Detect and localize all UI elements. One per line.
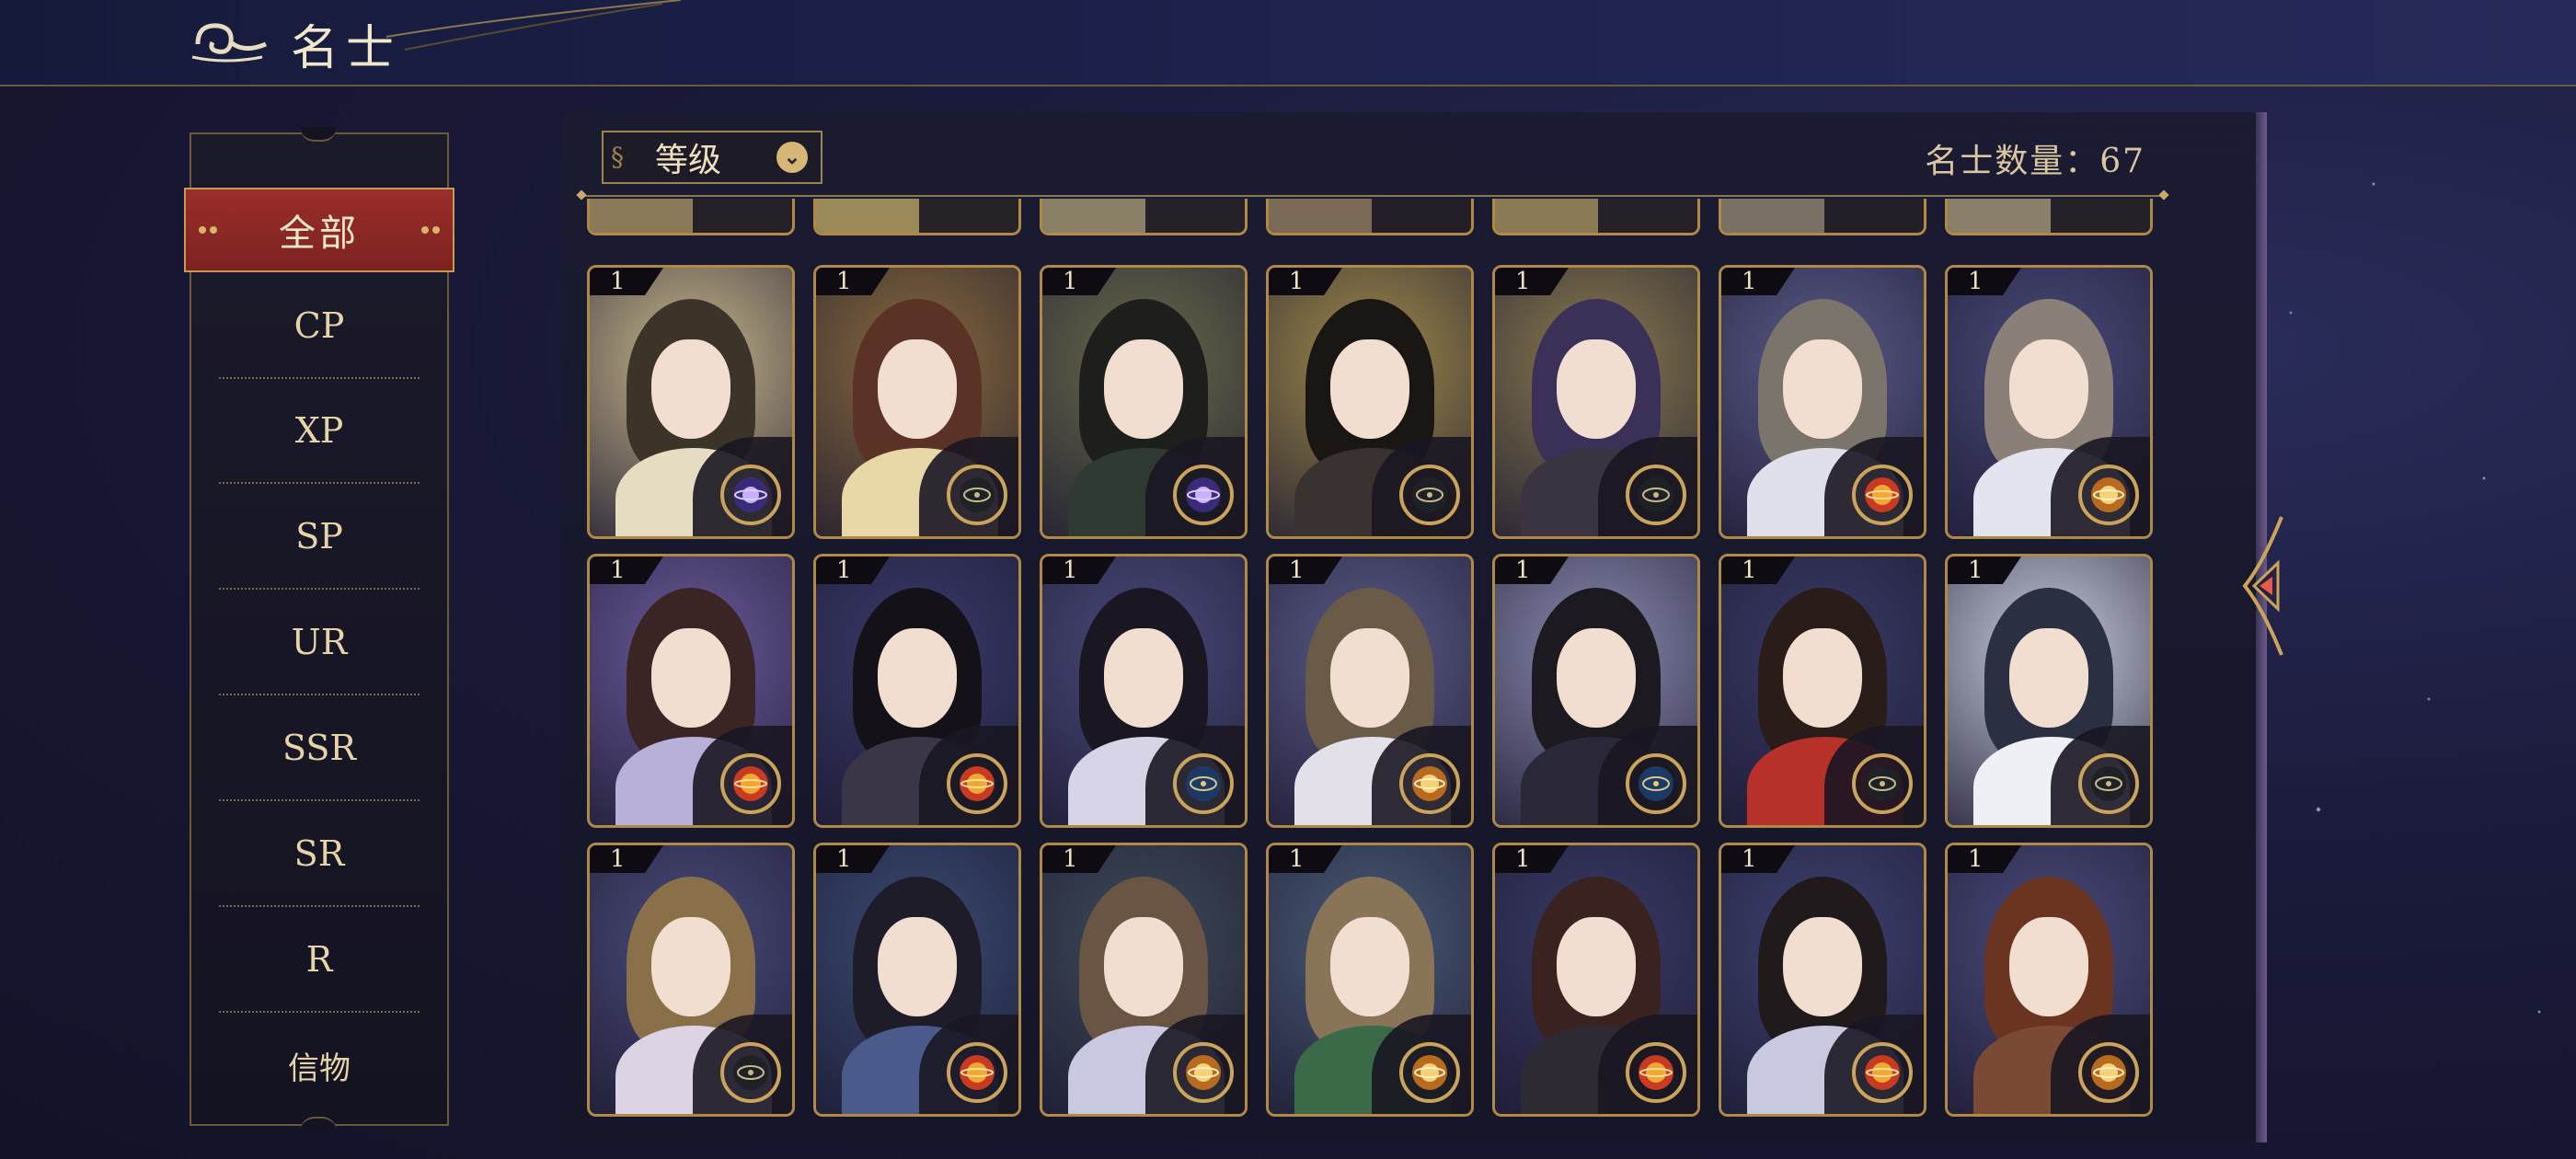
character-card[interactable]: 1 [587, 265, 795, 539]
category-token-tab[interactable]: 信物 [219, 1014, 420, 1117]
sun-orb-icon [947, 753, 1007, 814]
dark-gear-icon [947, 465, 1007, 525]
character-count: 名士数量：67 [1925, 143, 2145, 180]
character-card-partial[interactable] [1040, 199, 1248, 235]
sun-orb-icon [1852, 1042, 1913, 1103]
character-card[interactable]: 1 [1945, 843, 2153, 1117]
character-card[interactable]: 1 [587, 843, 795, 1117]
purple-orb-icon [1173, 465, 1234, 525]
sun-orb-icon [1626, 1042, 1686, 1103]
dark-gear-icon [1852, 753, 1913, 814]
category-all-label: 全部 [279, 212, 360, 255]
character-card[interactable]: 1 [1945, 554, 2153, 828]
character-card-partial[interactable] [1266, 199, 1474, 235]
character-card-partial[interactable] [587, 199, 795, 235]
blue-gear-icon [1626, 753, 1686, 814]
character-card[interactable]: 1 [1492, 554, 1700, 828]
sun-orb-icon [947, 1042, 1007, 1103]
page-title: 名士 [291, 21, 402, 76]
character-card[interactable]: 1 [1719, 265, 1926, 539]
character-card[interactable]: 1 [813, 843, 1021, 1117]
category-ur-tab[interactable]: UR [219, 591, 420, 695]
gold-orb-icon [2078, 1042, 2139, 1103]
character-grid: 111111111111111111111 [581, 199, 2164, 1146]
character-card[interactable]: 1 [1492, 265, 1700, 539]
category-ssr-tab[interactable]: SSR [219, 696, 420, 801]
character-card[interactable]: 1 [1945, 265, 2153, 539]
sun-orb-icon [720, 753, 781, 814]
category-sp-tab[interactable]: SP [219, 485, 420, 590]
character-card-partial[interactable] [1945, 199, 2153, 235]
category-r-tab[interactable]: R [219, 908, 420, 1013]
cloud-swirl-icon [191, 23, 267, 63]
category-xp-tab[interactable]: XP [219, 379, 420, 484]
character-card[interactable]: 1 [1266, 265, 1474, 539]
character-card[interactable]: 1 [1719, 554, 1926, 828]
top-bar: 名士 [0, 0, 2576, 86]
character-card-partial[interactable] [813, 199, 1021, 235]
gold-orb-icon [1173, 1042, 1234, 1103]
character-card[interactable]: 1 [1040, 265, 1248, 539]
character-card[interactable]: 1 [813, 554, 1021, 828]
category-sr-tab[interactable]: SR [219, 802, 420, 907]
blue-gear-icon [1173, 753, 1234, 814]
category-cp-tab[interactable]: CP [219, 274, 420, 379]
dark-gear-icon [1626, 465, 1686, 525]
title-ornament [386, 0, 681, 51]
character-card[interactable]: 1 [1040, 554, 1248, 828]
gold-orb-icon [1399, 1042, 1460, 1103]
character-card-partial[interactable] [1492, 199, 1700, 235]
header-divider [581, 195, 2164, 197]
character-card[interactable]: 1 [1266, 554, 1474, 828]
character-card[interactable]: 1 [1719, 843, 1926, 1117]
dark-gear-icon [720, 1042, 781, 1103]
sort-ornament-icon: § [611, 142, 624, 172]
character-card[interactable]: 1 [1492, 843, 1700, 1117]
character-card[interactable]: 1 [587, 554, 795, 828]
sort-dropdown[interactable]: § 等级 ⌄ [602, 131, 822, 184]
character-card[interactable]: 1 [1040, 843, 1248, 1117]
chevron-down-icon: ⌄ [776, 142, 808, 173]
gold-orb-icon [1399, 753, 1460, 814]
character-card[interactable]: 1 [1266, 843, 1474, 1117]
character-card-partial[interactable] [1719, 199, 1926, 235]
dark-gear-icon [1399, 465, 1460, 525]
purple-orb-icon [720, 465, 781, 525]
category-panel: 全部 CP XP SP UR SSR SR R 信物 [184, 127, 454, 1131]
sort-label: 等级 [655, 142, 722, 179]
collapse-arrow-icon[interactable] [2226, 508, 2298, 664]
character-card[interactable]: 1 [813, 265, 1021, 539]
sun-orb-icon [1852, 465, 1913, 525]
category-all-tab[interactable]: 全部 [184, 188, 454, 272]
gold-orb-icon [2078, 465, 2139, 525]
dark-gear-icon [2078, 753, 2139, 814]
